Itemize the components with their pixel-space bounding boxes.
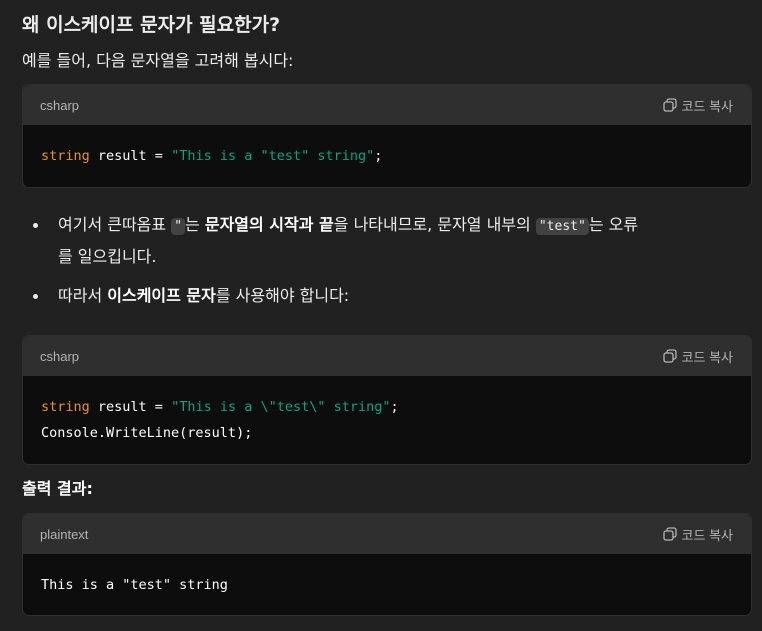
bullet-text: 을 나타내므로, 문자열 내부의 xyxy=(333,215,536,234)
bullet-text: 는 xyxy=(185,215,205,234)
code-language-label: csharp xyxy=(40,348,80,364)
bold-text: 이스케이프 문자 xyxy=(107,286,216,305)
bullet-list: 여기서 큰따옴표 " 는 문자열의 시작과 끝을 나타내므로, 문자열 내부의 "… xyxy=(22,210,752,311)
code-language-label: csharp xyxy=(40,97,80,113)
output-label-text: 출력 결과: xyxy=(22,479,93,498)
copy-code-label: 코드 복사 xyxy=(681,527,733,543)
code-line: Console.WriteLine(result); xyxy=(41,420,734,446)
code-token-keyword: string xyxy=(41,399,90,415)
code-token-plain: This is a "test" string xyxy=(41,577,228,593)
bullet-text: 여기서 큰따옴표 xyxy=(58,215,172,234)
bullet-text: 를 일으킵니다. xyxy=(58,247,157,266)
output-label: 출력 결과: xyxy=(22,475,752,503)
copy-icon xyxy=(662,98,677,112)
code-content: string result = "This is a "test" string… xyxy=(23,125,751,187)
code-token-plain: ; xyxy=(390,399,399,415)
intro-paragraph: 예를 들어, 다음 문자열을 고려해 봅시다: xyxy=(22,51,294,70)
code-block-header: plaintext 코드 복사 xyxy=(23,514,751,554)
code-line: string result = "This is a \"test\" stri… xyxy=(41,394,734,420)
code-block-header: csharp 코드 복사 xyxy=(23,85,751,125)
list-item: 따라서 이스케이프 문자를 사용해야 합니다: xyxy=(22,281,752,311)
copy-icon xyxy=(662,349,677,363)
bullet-text: 따라서 xyxy=(58,286,108,305)
bullet-text: 를 사용해야 합니다: xyxy=(215,286,350,305)
copy-icon xyxy=(662,527,677,541)
code-content: string result = "This is a \"test\" stri… xyxy=(23,376,751,464)
bold-text: 문자열의 시작과 끝 xyxy=(204,215,334,234)
copy-code-button[interactable]: 코드 복사 xyxy=(662,347,733,366)
code-token-plain: result = xyxy=(89,148,172,164)
inline-code: "test" xyxy=(535,218,589,235)
code-token-string: "This is a \"test\" string" xyxy=(171,399,391,415)
inline-code: " xyxy=(171,218,186,235)
code-token-plain: Console.WriteLine(result); xyxy=(41,425,253,441)
copy-code-button[interactable]: 코드 복사 xyxy=(662,525,733,544)
bullet-text: 는 오류 xyxy=(588,215,639,234)
code-token-keyword: string xyxy=(41,148,90,164)
code-block: csharp 코드 복사 string result = "This is a … xyxy=(22,335,752,465)
code-block: plaintext 코드 복사 This is a "test" string xyxy=(22,513,752,616)
code-block: csharp 코드 복사 string result = "This is a … xyxy=(22,84,752,188)
code-token-plain: ; xyxy=(374,148,383,164)
list-item: 여기서 큰따옴표 " 는 문자열의 시작과 끝을 나타내므로, 문자열 내부의 "… xyxy=(22,210,752,272)
code-token-plain: result = xyxy=(89,399,172,415)
code-content: This is a "test" string xyxy=(23,554,751,615)
code-line: string result = "This is a "test" string… xyxy=(41,143,734,169)
chat-message: 왜 이스케이프 문자가 필요한가? 예를 들어, 다음 문자열을 고려해 봅시다… xyxy=(0,0,762,631)
code-block-header: csharp 코드 복사 xyxy=(23,336,751,376)
copy-code-button[interactable]: 코드 복사 xyxy=(662,96,733,115)
section-heading: 왜 이스케이프 문자가 필요한가? xyxy=(22,14,281,36)
code-language-label: plaintext xyxy=(40,526,89,542)
code-line: This is a "test" string xyxy=(41,572,734,598)
copy-code-label: 코드 복사 xyxy=(681,349,733,365)
code-token-string: "This is a "test" string" xyxy=(171,148,375,164)
copy-code-label: 코드 복사 xyxy=(681,98,733,114)
